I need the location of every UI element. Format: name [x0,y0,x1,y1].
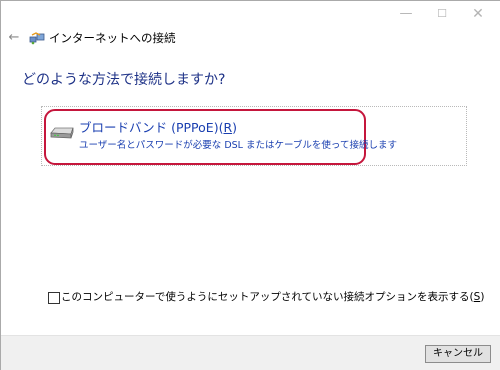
connect-to-internet-window: — ☐ ✕ ← インターネットへの接続 どのような方法で接続しますか? ブロード… [0,0,500,370]
modem-icon [50,127,74,139]
option-title-text: ブロードバンド (PPPoE)( [79,120,224,135]
show-options-label-suffix: ) [480,291,485,303]
show-options-label-text: このコンピューターで使うようにセットアップされていない接続オプションを表示する( [61,291,474,303]
show-options-label[interactable]: このコンピューターで使うようにセットアップされていない接続オプションを表示する(… [61,290,484,304]
wizard-title: インターネットへの接続 [49,31,176,45]
close-button[interactable]: ✕ [463,1,493,29]
option-title-suffix: ) [232,120,238,135]
broadband-pppoe-option[interactable]: ブロードバンド (PPPoE)(R) ユーザー名とパスワードが必要な DSL ま… [44,109,397,165]
cancel-button[interactable]: キャンセル [425,345,491,363]
connection-options-list: ブロードバンド (PPPoE)(R) ユーザー名とパスワードが必要な DSL ま… [41,106,467,166]
option-access-key: R [223,120,233,135]
option-description: ユーザー名とパスワードが必要な DSL またはケーブルを使って接続します [79,140,397,151]
back-arrow-icon[interactable]: ← [4,29,24,47]
network-connection-icon [29,32,45,45]
minimize-button[interactable]: — [391,1,421,29]
maximize-button[interactable]: ☐ [427,1,457,29]
footer-bar: キャンセル [1,335,500,370]
show-options-checkbox[interactable] [48,292,60,304]
page-title: どのような方法で接続しますか? [22,72,226,88]
option-title: ブロードバンド (PPPoE)(R) [79,117,237,136]
title-bar: — ☐ ✕ [1,1,500,29]
